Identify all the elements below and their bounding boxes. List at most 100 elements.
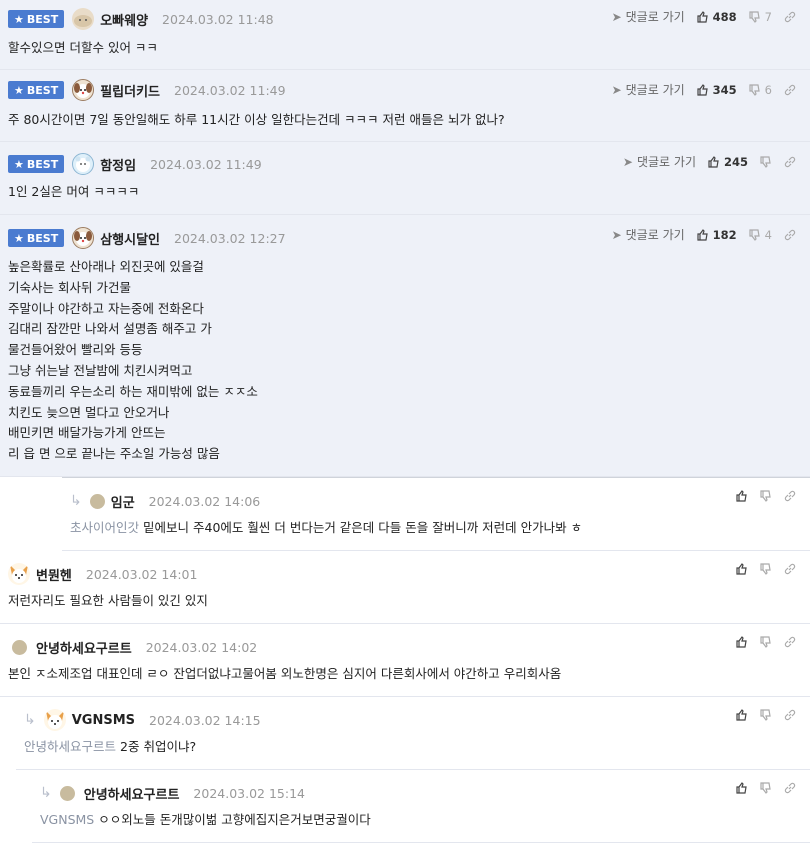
author-nick[interactable]: 오빠웨양 — [100, 10, 148, 29]
link-button[interactable] — [784, 490, 796, 502]
reply-arrow-icon: ↳ — [24, 712, 36, 728]
dislike-button[interactable] — [760, 490, 772, 502]
like-button[interactable]: 488 — [697, 10, 737, 24]
comment-date: 2024.03.02 15:14 — [193, 785, 305, 801]
avatar[interactable] — [72, 153, 95, 175]
link-button[interactable] — [784, 563, 796, 575]
like-button[interactable] — [736, 490, 748, 502]
dislike-button[interactable] — [760, 563, 772, 575]
comment-item: ★ BEST 삼행시달인 2024.03.02 12:27 ➤ 댓글로 가기 182… — [0, 215, 810, 477]
thumbs-up-icon — [697, 10, 709, 23]
link-button[interactable] — [784, 229, 796, 241]
author-nick[interactable]: 안녕하세요구르트 — [84, 784, 180, 803]
author-nick[interactable]: 함정임 — [100, 155, 136, 174]
best-badge: ★ BEST — [8, 229, 65, 247]
text-line: 물건들어왔어 빨리와 등등 — [8, 342, 143, 358]
like-button[interactable]: 182 — [697, 228, 737, 242]
best-badge: ★ BEST — [8, 81, 65, 99]
goto-comment-link[interactable]: ➤ 댓글로 가기 — [612, 8, 685, 25]
comment-text: 안녕하세요구르트 2중 취업이냐? — [24, 739, 197, 754]
link-button[interactable] — [784, 782, 796, 794]
link-icon — [784, 709, 796, 721]
goto-comment-link[interactable]: ➤ 댓글로 가기 — [612, 226, 685, 243]
like-button[interactable] — [736, 782, 748, 794]
avatar[interactable] — [59, 785, 75, 801]
comment-text: 주 80시간이면 7일 동안일해도 하루 11시간 이상 일한다는건데 ㅋㅋㅋ … — [8, 112, 505, 127]
comment-text: 초사이어인갓 밑에보니 주40에도 훨씬 더 번다는거 같은데 다들 돈을 잘버니… — [70, 520, 583, 535]
comment-text: 높은확률로 산아래나 외진곳에 있을걸 기숙사는 회사뒤 가건물 주말이나 야간… — [8, 257, 258, 465]
link-button[interactable] — [784, 11, 796, 23]
comment-date: 2024.03.02 11:49 — [174, 82, 286, 98]
reply-item: ↳ 안녕하세요구르트 2024.03.02 15:14 VGNSMS ㅇㅇ외노들 … — [32, 770, 810, 843]
comment-text: 저런자리도 필요한 사람들이 있긴 있지 — [8, 593, 208, 608]
like-button[interactable]: 245 — [708, 155, 748, 169]
avatar[interactable] — [89, 493, 105, 509]
comment-date: 2024.03.02 11:48 — [162, 11, 274, 27]
thumbs-down-icon — [749, 10, 761, 23]
mention-link[interactable]: 초사이어인갓 — [70, 520, 139, 535]
comment-text: VGNSMS ㅇㅇ외노들 돈개많이벎 고향에집지은거보면궁궐이다 — [40, 812, 371, 827]
link-icon — [784, 156, 796, 168]
author-nick[interactable]: 변뭔헨 — [36, 565, 72, 584]
text-line: 김대리 잠깐만 나와서 설명좀 해주고 가 — [8, 321, 212, 337]
mention-link[interactable]: VGNSMS — [40, 812, 94, 827]
best-badge: ★ BEST — [8, 155, 65, 173]
avatar[interactable] — [72, 79, 95, 101]
thumbs-down-icon — [749, 228, 761, 241]
avatar[interactable] — [8, 563, 30, 585]
text-line: 주말이나 야간하고 자는중에 전화온다 — [8, 300, 204, 316]
goto-comment-link[interactable]: ➤ 댓글로 가기 — [612, 81, 685, 98]
author-nick[interactable]: 삼행시달인 — [100, 229, 160, 248]
reply-arrow-icon: ↳ — [40, 785, 52, 801]
like-button[interactable] — [736, 636, 748, 648]
comment-date: 2024.03.02 14:01 — [85, 566, 198, 582]
author-nick[interactable]: VGNSMS — [72, 713, 135, 728]
goto-comment-link[interactable]: ➤ 댓글로 가기 — [623, 153, 696, 170]
star-icon: ★ — [14, 157, 24, 171]
thumbs-up-icon — [697, 83, 709, 96]
dislike-button[interactable] — [760, 709, 772, 721]
avatar[interactable] — [72, 8, 95, 30]
link-button[interactable] — [784, 636, 796, 648]
author-nick[interactable]: 임군 — [111, 492, 135, 511]
link-icon — [784, 782, 796, 794]
link-icon — [784, 84, 796, 96]
thumbs-up-icon — [736, 563, 748, 575]
dislike-button[interactable]: 7 — [749, 10, 772, 24]
text-line: 동료들끼리 우는소리 하는 재미밖에 없는 ㅈㅈ소 — [8, 383, 258, 399]
link-button[interactable] — [784, 84, 796, 96]
author-nick[interactable]: 안녕하세요구르트 — [36, 638, 132, 657]
send-icon: ➤ — [611, 227, 622, 242]
dislike-button[interactable] — [760, 155, 772, 168]
dislike-button[interactable] — [760, 782, 772, 794]
mention-link[interactable]: 안녕하세요구르트 — [24, 739, 116, 754]
avatar[interactable] — [43, 709, 66, 731]
dislike-button[interactable]: 4 — [749, 228, 772, 242]
link-button[interactable] — [784, 709, 796, 721]
thumbs-down-icon — [760, 782, 772, 794]
author-nick[interactable]: 필립더키드 — [100, 81, 160, 100]
avatar[interactable] — [12, 639, 27, 655]
dislike-button[interactable]: 6 — [749, 83, 772, 97]
link-button[interactable] — [784, 156, 796, 168]
reply-arrow-icon: ↳ — [70, 493, 82, 509]
thumbs-up-icon — [697, 228, 709, 241]
star-icon: ★ — [14, 12, 24, 26]
like-button[interactable]: 345 — [697, 83, 737, 97]
dislike-button[interactable] — [760, 636, 772, 648]
link-icon — [784, 636, 796, 648]
comment-date: 2024.03.02 14:06 — [148, 493, 261, 509]
like-button[interactable] — [736, 563, 748, 575]
best-badge: ★ BEST — [8, 10, 65, 28]
link-icon — [784, 11, 796, 23]
comment-item: 안녕하세요구르트 2024.03.02 14:02 본인 ㅈ소제조업 대표인데 … — [0, 624, 810, 697]
reply-item: ↳ 임군 2024.03.02 14:06 초사이어인갓 밑에보니 주40에도 훨… — [62, 477, 810, 551]
link-icon — [784, 490, 796, 502]
comment-item: ★ BEST 오빠웨양 2024.03.02 11:48 ➤ 댓글로 가기 488 … — [0, 0, 810, 70]
thumbs-up-icon — [736, 709, 748, 721]
like-button[interactable] — [736, 709, 748, 721]
thumbs-down-icon — [760, 709, 772, 721]
comment-item: 변뭔헨 2024.03.02 14:01 저런자리도 필요한 사람들이 있긴 있… — [0, 551, 810, 624]
text-line: 그냥 쉬는날 전날밤에 치킨시켜먹고 — [8, 362, 193, 378]
avatar[interactable] — [72, 227, 95, 249]
